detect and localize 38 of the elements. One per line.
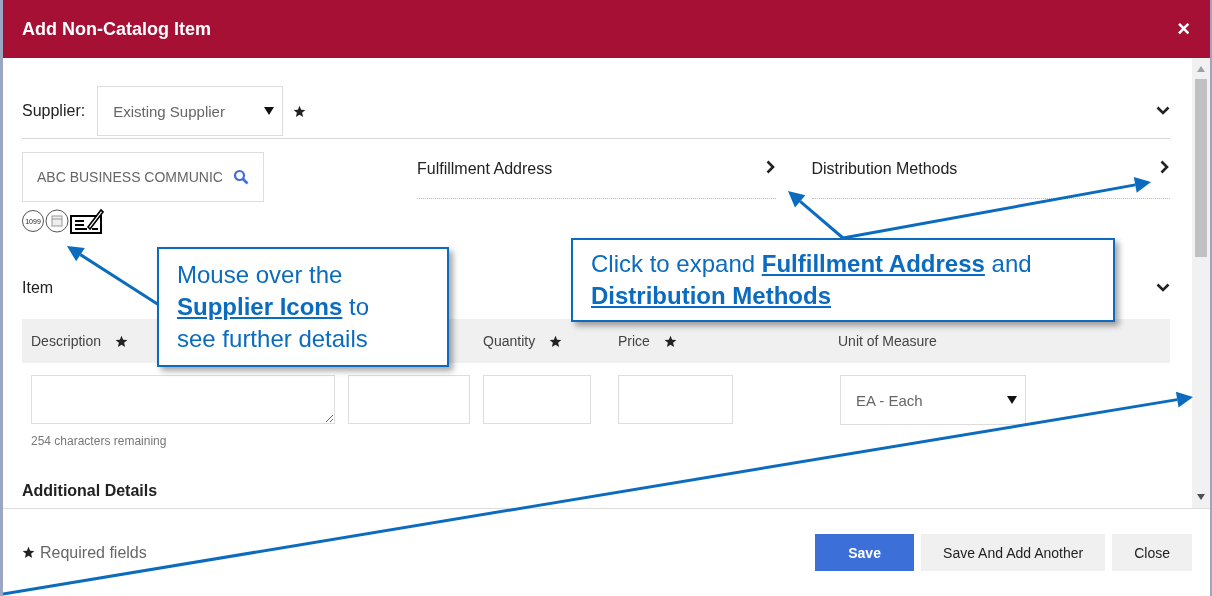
column-header: Unit of Measure (838, 333, 937, 349)
callout-note: Click to expand Fulfillment Address and Distribution Methods (571, 238, 1115, 322)
supplier-search-field[interactable]: ABC BUSINESS COMMUNIC (22, 152, 264, 202)
characters-remaining: 254 characters remaining (31, 434, 168, 448)
dialog-button[interactable]: Close (1112, 534, 1192, 571)
caret-icon (264, 107, 275, 115)
section-link[interactable]: Distribution Methods (811, 160, 958, 178)
column-header: Price (618, 333, 650, 349)
input-field[interactable] (618, 375, 733, 424)
search-icon (233, 169, 249, 185)
input-field[interactable] (483, 375, 591, 424)
close-button[interactable]: × (1177, 16, 1190, 42)
section-title: Additional Details (22, 482, 159, 500)
caret-icon (1007, 396, 1017, 404)
calendar-icon[interactable] (45, 209, 69, 233)
supplier-label: Supplier: (22, 102, 86, 120)
column-header: Quantity (483, 333, 536, 349)
save-button[interactable]: Save (815, 534, 915, 571)
chevron-down-icon[interactable] (1156, 283, 1170, 293)
chevron-right-icon[interactable] (765, 160, 776, 174)
chevron-right-icon[interactable] (1160, 160, 1170, 174)
description-field[interactable] (31, 375, 335, 424)
check-signature-icon[interactable] (70, 207, 104, 235)
scroll-thumb[interactable] (1195, 79, 1207, 257)
supplier-type-select[interactable]: Existing Supplier (97, 86, 284, 136)
chevron-down-icon[interactable] (1156, 106, 1170, 116)
callout-note: Mouse over the Supplier Icons to see further details (157, 247, 449, 367)
column-header: Description (31, 333, 102, 349)
scrollbar[interactable] (1192, 58, 1210, 508)
required-star-icon (22, 546, 35, 559)
required-legend: Required fields (40, 543, 147, 562)
section-title: Item (22, 279, 54, 297)
input-field[interactable] (348, 375, 470, 424)
unit-select[interactable]: EA - Each (840, 375, 1026, 425)
scroll-down-icon[interactable] (1197, 494, 1205, 500)
section-link[interactable]: Fulfillment Address (417, 160, 553, 178)
dialog-title: Add Non-Catalog Item (22, 18, 211, 40)
dialog-button[interactable]: Save And Add Another (921, 534, 1106, 571)
